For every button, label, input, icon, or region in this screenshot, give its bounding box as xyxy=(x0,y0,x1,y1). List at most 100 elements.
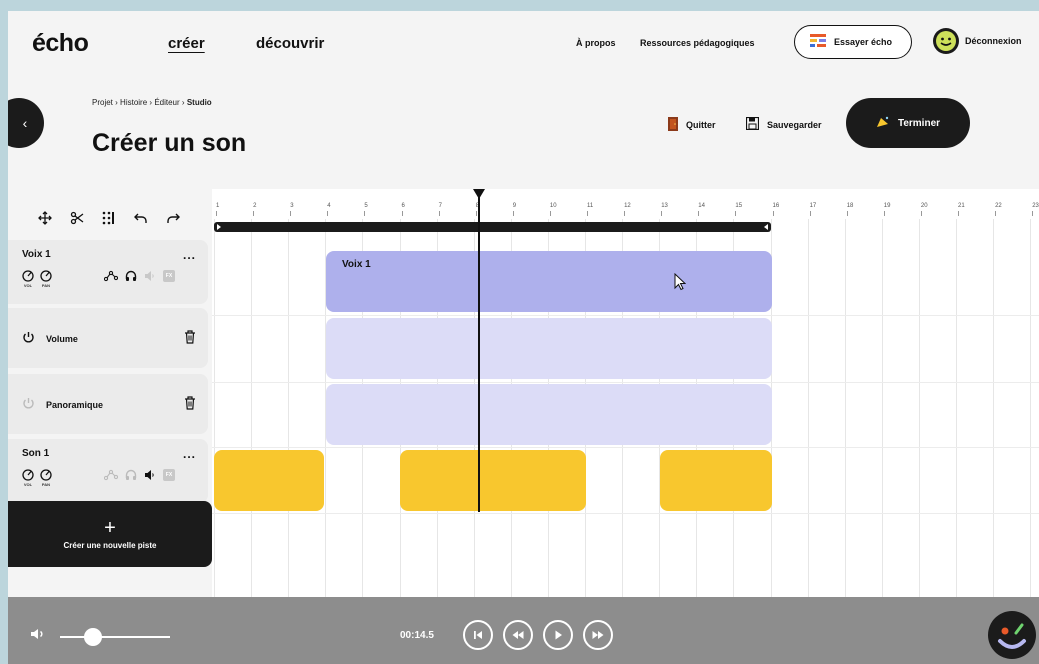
automation-icon[interactable] xyxy=(104,469,118,481)
nav-discover-link[interactable]: découvrir xyxy=(256,35,324,52)
knob-label: PAN xyxy=(41,283,51,288)
breadcrumb-separator: › xyxy=(115,98,118,107)
rewind-icon xyxy=(512,631,524,639)
about-link[interactable]: À propos xyxy=(576,38,616,48)
headphones-icon[interactable] xyxy=(125,469,137,481)
volume-knob[interactable]: VOL xyxy=(22,270,34,288)
breadcrumb-item[interactable]: Projet xyxy=(92,98,113,107)
track-tools: FX xyxy=(104,469,175,481)
fx-button[interactable]: FX xyxy=(163,270,175,282)
loop-start-handle-icon[interactable] xyxy=(216,224,222,230)
pan-knob[interactable]: PAN xyxy=(40,270,52,288)
playhead[interactable] xyxy=(478,197,480,512)
speaker-icon[interactable] xyxy=(144,469,156,481)
new-track-button[interactable]: + Créer une nouvelle piste xyxy=(8,501,212,567)
page-title: Créer un son xyxy=(92,129,247,157)
volume-slider-thumb[interactable] xyxy=(84,628,102,646)
logout-button[interactable]: Déconnexion xyxy=(933,28,1022,54)
timeline[interactable]: 1234567891011121314151617181920212223 Vo… xyxy=(212,189,1039,607)
rewind-button[interactable] xyxy=(503,620,533,650)
plus-icon: + xyxy=(104,516,116,539)
loop-end-handle-icon[interactable] xyxy=(763,224,769,230)
power-icon[interactable] xyxy=(22,397,35,410)
ruler-number: 13 xyxy=(661,203,668,209)
mascot-avatar[interactable] xyxy=(988,611,1036,659)
sound-clip[interactable] xyxy=(400,450,586,511)
volume-icon[interactable] xyxy=(30,627,46,641)
ruler-tick xyxy=(995,211,997,216)
fx-button[interactable]: FX xyxy=(163,469,175,481)
ruler-number: 3 xyxy=(290,203,294,209)
back-button[interactable]: ‹ xyxy=(8,98,44,148)
automation-panel-volume[interactable]: Volume xyxy=(8,308,208,368)
chevron-left-icon: ‹ xyxy=(22,115,28,131)
ruler-number: 7 xyxy=(438,203,442,209)
nav-create-link[interactable]: créer xyxy=(168,35,205,52)
editing-toolbar xyxy=(36,209,182,227)
grid-line xyxy=(881,219,883,607)
sound-clip[interactable] xyxy=(660,450,772,511)
move-icon[interactable] xyxy=(36,209,54,227)
try-echo-label: Essayer écho xyxy=(834,37,893,47)
undo-icon[interactable] xyxy=(132,209,150,227)
volume-slider[interactable] xyxy=(60,636,170,638)
scissors-icon[interactable] xyxy=(68,209,86,227)
pan-automation-clip[interactable] xyxy=(326,384,772,445)
ruler-tick xyxy=(401,211,403,216)
grid-line xyxy=(214,219,215,607)
volume-automation-clip[interactable] xyxy=(326,318,772,379)
ruler-number: 9 xyxy=(512,203,517,209)
redo-icon[interactable] xyxy=(164,209,182,227)
automation-panel-pan[interactable]: Panoramique xyxy=(8,374,208,434)
breadcrumb-item[interactable]: Éditeur xyxy=(154,98,179,107)
track-more-button[interactable]: ... xyxy=(183,248,196,262)
sound-clip[interactable] xyxy=(214,450,324,511)
knob-label: VOL xyxy=(23,283,33,288)
ruler-tick xyxy=(772,211,774,216)
volume-knob[interactable]: VOL xyxy=(22,469,34,487)
automation-icon[interactable] xyxy=(104,270,118,282)
knob-label: PAN xyxy=(41,482,51,487)
ruler-tick xyxy=(661,211,663,216)
track-divider xyxy=(212,382,1039,383)
voice-clip[interactable]: Voix 1 xyxy=(326,251,772,312)
speaker-icon[interactable] xyxy=(144,270,156,282)
grid-snap-icon[interactable] xyxy=(100,209,118,227)
play-button[interactable] xyxy=(543,620,573,650)
grid-line xyxy=(807,219,809,607)
headphones-icon[interactable] xyxy=(125,270,137,282)
ruler-tick xyxy=(809,211,811,216)
breadcrumb-separator: › xyxy=(149,98,153,107)
grid-line xyxy=(993,219,995,607)
track-name: Voix 1 xyxy=(22,249,51,260)
power-icon[interactable] xyxy=(22,331,35,344)
ruler-tick xyxy=(846,211,848,216)
track-more-button[interactable]: ... xyxy=(183,447,196,461)
ruler-number: 22 xyxy=(995,203,1002,209)
skip-to-start-button[interactable] xyxy=(463,620,493,650)
play-icon xyxy=(555,630,562,640)
trash-icon[interactable] xyxy=(184,396,196,410)
pan-knob[interactable]: PAN xyxy=(40,469,52,487)
try-echo-button[interactable]: Essayer écho xyxy=(794,25,912,59)
ruler-number: 6 xyxy=(401,203,405,209)
knob-icon xyxy=(22,270,34,282)
quit-button[interactable]: Quitter xyxy=(668,117,716,133)
track-name: Son 1 xyxy=(22,448,50,459)
track-panel-sound[interactable]: Son 1 ... VOL PAN FX xyxy=(8,439,208,503)
finish-button[interactable]: Terminer xyxy=(846,98,970,148)
door-icon xyxy=(668,117,678,133)
track-divider xyxy=(212,315,1039,316)
save-button[interactable]: Sauvegarder xyxy=(745,116,822,132)
track-divider xyxy=(212,447,1039,448)
resources-link[interactable]: Ressources pédagogiques xyxy=(640,38,755,48)
knob-icon xyxy=(40,270,52,282)
fast-forward-button[interactable] xyxy=(583,620,613,650)
ruler-number: 15 xyxy=(735,203,743,209)
loop-region-bar[interactable] xyxy=(214,222,771,232)
trash-icon[interactable] xyxy=(184,330,196,344)
breadcrumb-item[interactable]: Histoire xyxy=(120,98,147,107)
echo-logo[interactable]: écho xyxy=(32,29,89,58)
track-panel-voice[interactable]: Voix 1 ... VOL PAN FX xyxy=(8,240,208,304)
app-window: écho créer découvrir À propos Ressources… xyxy=(8,11,1039,664)
